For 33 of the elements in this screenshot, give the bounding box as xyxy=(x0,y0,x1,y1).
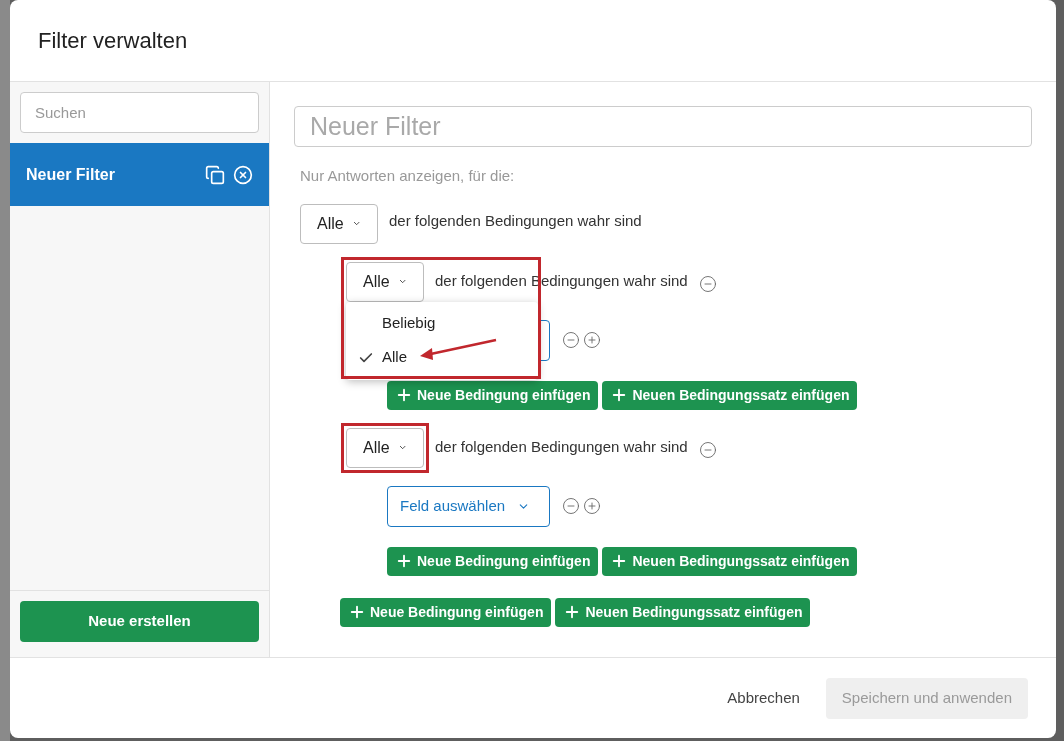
add-icon[interactable] xyxy=(583,497,601,515)
plus-icon xyxy=(395,386,413,404)
match-select[interactable]: Alle xyxy=(300,203,378,244)
condition-text: der folgenden Bedingungen wahr sind xyxy=(389,211,642,232)
plus-icon xyxy=(348,603,366,621)
remove-icon[interactable] xyxy=(698,440,717,459)
intro-text: Nur Antworten anzeigen, für die: xyxy=(300,166,516,186)
insert-button[interactable]: Neuen Bedingungssatz einfügen xyxy=(555,597,811,627)
cancel-button[interactable]: Abbrechen xyxy=(727,686,800,710)
insert-button[interactable]: Neuen Bedingungssatz einfügen xyxy=(602,546,858,576)
dialog-title: Filter verwalten xyxy=(38,27,188,55)
add-icon[interactable] xyxy=(583,331,601,349)
remove-icon[interactable] xyxy=(562,331,580,349)
insert-button[interactable]: Neuen Bedingungssatz einfügen xyxy=(602,380,858,410)
condition-text: der folgenden Bedingungen wahr sind xyxy=(435,437,688,458)
match-select[interactable]: Alle xyxy=(346,427,424,468)
filter-name-field[interactable]: Neuer Filter xyxy=(294,106,1032,147)
plus-icon xyxy=(395,552,413,570)
filter-item[interactable]: Neuer Filter xyxy=(10,143,269,206)
insert-button[interactable]: Neue Bedingung einfügen xyxy=(340,597,552,627)
delete-icon[interactable] xyxy=(233,164,253,185)
create-button[interactable]: Neue erstellen xyxy=(20,601,259,642)
menu-option[interactable]: Alle xyxy=(346,340,538,375)
insert-button[interactable]: Neue Bedingung einfügen xyxy=(387,380,599,410)
insert-button[interactable]: Neue Bedingung einfügen xyxy=(387,546,599,576)
remove-icon[interactable] xyxy=(698,274,717,293)
filter-name: Neuer Filter xyxy=(26,164,116,185)
copy-icon[interactable] xyxy=(205,164,225,185)
field-select[interactable]: Feld auswählen xyxy=(387,485,550,527)
menu-option[interactable]: Beliebig xyxy=(346,306,538,341)
match-select[interactable]: Alle xyxy=(346,261,424,302)
search-field[interactable]: Suchen xyxy=(20,92,259,133)
remove-icon[interactable] xyxy=(562,497,580,515)
